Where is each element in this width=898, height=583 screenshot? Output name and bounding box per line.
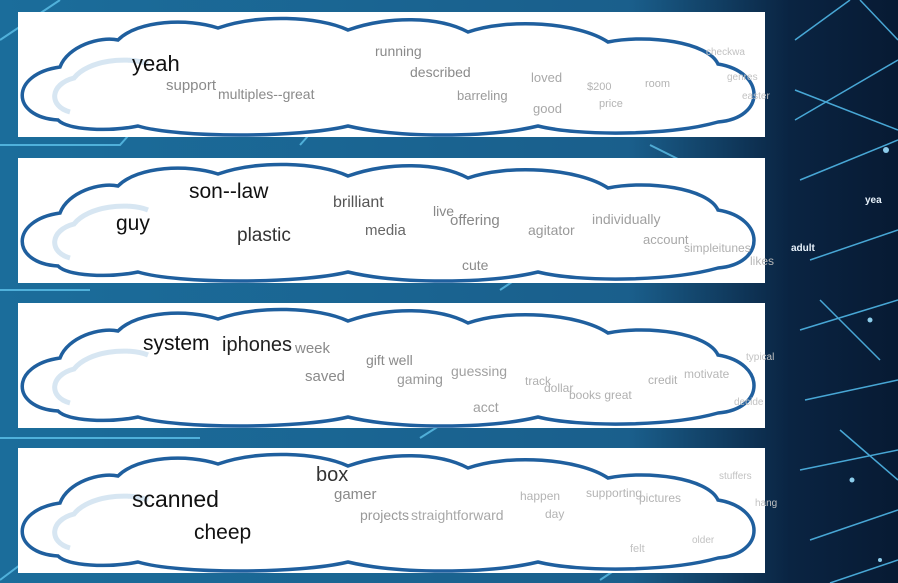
cloud-word: room — [645, 78, 671, 90]
cloud-word: scanned — [132, 486, 219, 512]
side-word-yea: yea — [865, 195, 882, 206]
cloud-word: account — [643, 232, 689, 247]
cloud-word: offering — [450, 212, 500, 229]
cloud-word: day — [545, 507, 565, 521]
cloud-word: running — [375, 43, 422, 59]
cloud-word: $200 — [587, 81, 612, 93]
word-cloud-panel: son--law guy plastic brilliant media liv… — [18, 158, 774, 283]
cloud-word: cute — [462, 257, 489, 273]
cloud-word: saved — [305, 368, 346, 385]
word-cloud-panel: system iphones week saved gift well gami… — [18, 303, 774, 428]
cloud-word: multiples--great — [218, 86, 315, 102]
cloud-shape — [20, 16, 756, 137]
cloud-word: straightforward — [411, 507, 504, 523]
cloud-word: system — [143, 332, 210, 355]
cloud-word: price — [599, 98, 623, 110]
cloud-word: brilliant — [333, 194, 384, 211]
word-cloud-panel: yeah support multiples--great running de… — [18, 12, 770, 137]
cloud-word: credit — [648, 373, 678, 387]
cloud-word: barreling — [457, 88, 508, 103]
cloud-word: individually — [592, 211, 661, 227]
cloud-word: likes — [750, 254, 775, 268]
cloud-word: stuffers — [719, 471, 752, 482]
cloud-word: iphones — [222, 334, 293, 356]
cloud-word: box — [316, 464, 349, 486]
cloud-word: older — [692, 535, 715, 546]
cloud-word: happen — [520, 489, 561, 503]
cloud-word: media — [365, 222, 406, 239]
word-cloud-panel: box scanned cheep gamer projects straigh… — [18, 448, 777, 573]
cloud-word: decide — [734, 397, 764, 408]
cloud-word: agitator — [528, 222, 575, 238]
cloud-word: books great — [569, 388, 632, 402]
cloud-word: guy — [116, 212, 150, 235]
cloud-word: acct — [473, 399, 499, 415]
cloud-word: cheep — [194, 521, 252, 544]
cloud-word: felt — [630, 543, 645, 555]
cloud-word: yeah — [132, 51, 180, 76]
cloud-word: hang — [755, 498, 778, 509]
cloud-word: easter — [742, 91, 770, 102]
cloud-word: gaming — [397, 371, 443, 387]
cloud-word: checkwa — [706, 47, 745, 58]
cloud-word: simpleitunes — [684, 241, 751, 255]
cloud-word: good — [533, 101, 562, 116]
cloud-word: typical — [746, 352, 775, 363]
cloud-word: genres — [727, 72, 758, 83]
side-word-adult: adult — [791, 243, 815, 254]
cloud-word: plastic — [237, 225, 291, 246]
cloud-word: projects — [360, 507, 410, 523]
cloud-word: guessing — [451, 363, 508, 379]
cloud-word: son--law — [189, 180, 269, 203]
cloud-word: gamer — [334, 486, 377, 503]
cloud-word: week — [295, 340, 331, 357]
cloud-word: support — [166, 77, 217, 94]
cloud-word: gift well — [366, 352, 413, 368]
cloud-word: loved — [531, 70, 563, 85]
cloud-word: pictures — [639, 491, 682, 505]
cloud-word: described — [410, 64, 471, 80]
cloud-word: supporting — [586, 486, 643, 500]
cloud-word: motivate — [684, 367, 730, 381]
